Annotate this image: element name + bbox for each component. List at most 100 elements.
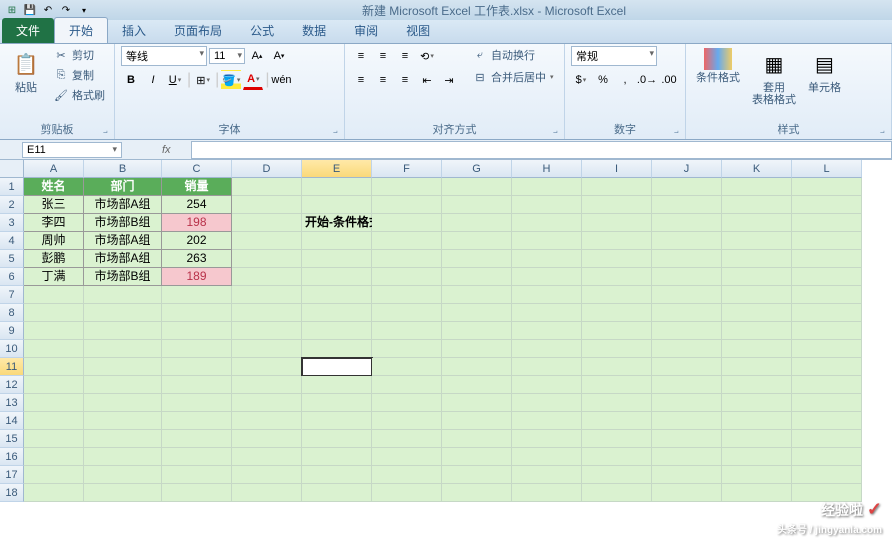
cell-H12[interactable] bbox=[512, 376, 582, 394]
tab-insert[interactable]: 插入 bbox=[108, 18, 160, 43]
cell-K8[interactable] bbox=[722, 304, 792, 322]
cell-I8[interactable] bbox=[582, 304, 652, 322]
cell-C16[interactable] bbox=[162, 448, 232, 466]
cell-I18[interactable] bbox=[582, 484, 652, 502]
cell-F16[interactable] bbox=[372, 448, 442, 466]
cell-G1[interactable] bbox=[442, 178, 512, 196]
cell-L3[interactable] bbox=[792, 214, 862, 232]
percent-icon[interactable]: % bbox=[593, 70, 613, 90]
format-table-button[interactable]: ▦ 套用表格格式 bbox=[748, 46, 800, 108]
cell-B18[interactable] bbox=[84, 484, 162, 502]
cell-I3[interactable] bbox=[582, 214, 652, 232]
cell-A16[interactable] bbox=[24, 448, 84, 466]
row-header-2[interactable]: 2 bbox=[0, 196, 24, 214]
cell-G12[interactable] bbox=[442, 376, 512, 394]
cell-D13[interactable] bbox=[232, 394, 302, 412]
cell-F17[interactable] bbox=[372, 466, 442, 484]
cell-A3[interactable]: 李四 bbox=[24, 214, 84, 232]
cell-C9[interactable] bbox=[162, 322, 232, 340]
cell-L15[interactable] bbox=[792, 430, 862, 448]
format-painter-button[interactable]: 🖌格式刷 bbox=[50, 86, 108, 104]
cell-F13[interactable] bbox=[372, 394, 442, 412]
row-header-15[interactable]: 15 bbox=[0, 430, 24, 448]
increase-decimal-icon[interactable]: .0→ bbox=[637, 70, 657, 90]
cell-K12[interactable] bbox=[722, 376, 792, 394]
cell-B5[interactable]: 市场部A组 bbox=[84, 250, 162, 268]
cell-K14[interactable] bbox=[722, 412, 792, 430]
row-header-10[interactable]: 10 bbox=[0, 340, 24, 358]
cell-A15[interactable] bbox=[24, 430, 84, 448]
decrease-font-icon[interactable]: A▾ bbox=[269, 46, 289, 66]
cell-C1[interactable]: 销量 bbox=[162, 178, 232, 196]
font-name-combo[interactable]: 等线 bbox=[121, 46, 207, 66]
cell-E1[interactable] bbox=[302, 178, 372, 196]
font-color-button[interactable]: A bbox=[243, 70, 263, 90]
cell-H16[interactable] bbox=[512, 448, 582, 466]
cell-I4[interactable] bbox=[582, 232, 652, 250]
paste-button[interactable]: 📋 粘贴 bbox=[6, 46, 46, 96]
cell-L2[interactable] bbox=[792, 196, 862, 214]
cell-E4[interactable] bbox=[302, 232, 372, 250]
cell-I12[interactable] bbox=[582, 376, 652, 394]
cell-D14[interactable] bbox=[232, 412, 302, 430]
cell-D18[interactable] bbox=[232, 484, 302, 502]
cell-F18[interactable] bbox=[372, 484, 442, 502]
col-header-B[interactable]: B bbox=[84, 160, 162, 178]
cell-G10[interactable] bbox=[442, 340, 512, 358]
cell-H18[interactable] bbox=[512, 484, 582, 502]
cell-G14[interactable] bbox=[442, 412, 512, 430]
cell-G5[interactable] bbox=[442, 250, 512, 268]
cell-E3[interactable]: 开始-条件格式-突出显示单元格规则-小于 bbox=[302, 214, 372, 232]
cell-I16[interactable] bbox=[582, 448, 652, 466]
align-center-icon[interactable]: ≡ bbox=[373, 70, 393, 90]
cell-B8[interactable] bbox=[84, 304, 162, 322]
cell-K10[interactable] bbox=[722, 340, 792, 358]
cell-A13[interactable] bbox=[24, 394, 84, 412]
border-button[interactable]: ⊞ bbox=[193, 70, 213, 90]
cell-K2[interactable] bbox=[722, 196, 792, 214]
cell-A11[interactable] bbox=[24, 358, 84, 376]
cell-J8[interactable] bbox=[652, 304, 722, 322]
cell-I17[interactable] bbox=[582, 466, 652, 484]
cell-K16[interactable] bbox=[722, 448, 792, 466]
cell-J18[interactable] bbox=[652, 484, 722, 502]
increase-font-icon[interactable]: A▴ bbox=[247, 46, 267, 66]
cell-K6[interactable] bbox=[722, 268, 792, 286]
row-header-4[interactable]: 4 bbox=[0, 232, 24, 250]
cell-I10[interactable] bbox=[582, 340, 652, 358]
cell-E16[interactable] bbox=[302, 448, 372, 466]
cell-D15[interactable] bbox=[232, 430, 302, 448]
row-header-11[interactable]: 11 bbox=[0, 358, 24, 376]
row-header-17[interactable]: 17 bbox=[0, 466, 24, 484]
cell-J2[interactable] bbox=[652, 196, 722, 214]
cell-E11[interactable] bbox=[302, 358, 372, 376]
cell-H15[interactable] bbox=[512, 430, 582, 448]
tab-home[interactable]: 开始 bbox=[54, 17, 108, 43]
row-header-14[interactable]: 14 bbox=[0, 412, 24, 430]
row-header-6[interactable]: 6 bbox=[0, 268, 24, 286]
tab-data[interactable]: 数据 bbox=[288, 18, 340, 43]
col-header-I[interactable]: I bbox=[582, 160, 652, 178]
currency-icon[interactable]: $ bbox=[571, 70, 591, 90]
cell-L17[interactable] bbox=[792, 466, 862, 484]
cell-K17[interactable] bbox=[722, 466, 792, 484]
comma-icon[interactable]: , bbox=[615, 70, 635, 90]
cell-E8[interactable] bbox=[302, 304, 372, 322]
cell-H4[interactable] bbox=[512, 232, 582, 250]
cut-button[interactable]: ✂剪切 bbox=[50, 46, 108, 64]
cell-L8[interactable] bbox=[792, 304, 862, 322]
cell-E13[interactable] bbox=[302, 394, 372, 412]
select-all-corner[interactable] bbox=[0, 160, 24, 178]
cell-A5[interactable]: 彭鹏 bbox=[24, 250, 84, 268]
cell-D12[interactable] bbox=[232, 376, 302, 394]
cell-E17[interactable] bbox=[302, 466, 372, 484]
cell-G6[interactable] bbox=[442, 268, 512, 286]
cell-C12[interactable] bbox=[162, 376, 232, 394]
align-middle-icon[interactable]: ≡ bbox=[373, 46, 393, 66]
cell-H17[interactable] bbox=[512, 466, 582, 484]
row-header-9[interactable]: 9 bbox=[0, 322, 24, 340]
cell-L16[interactable] bbox=[792, 448, 862, 466]
cell-G17[interactable] bbox=[442, 466, 512, 484]
cell-C8[interactable] bbox=[162, 304, 232, 322]
cell-D16[interactable] bbox=[232, 448, 302, 466]
